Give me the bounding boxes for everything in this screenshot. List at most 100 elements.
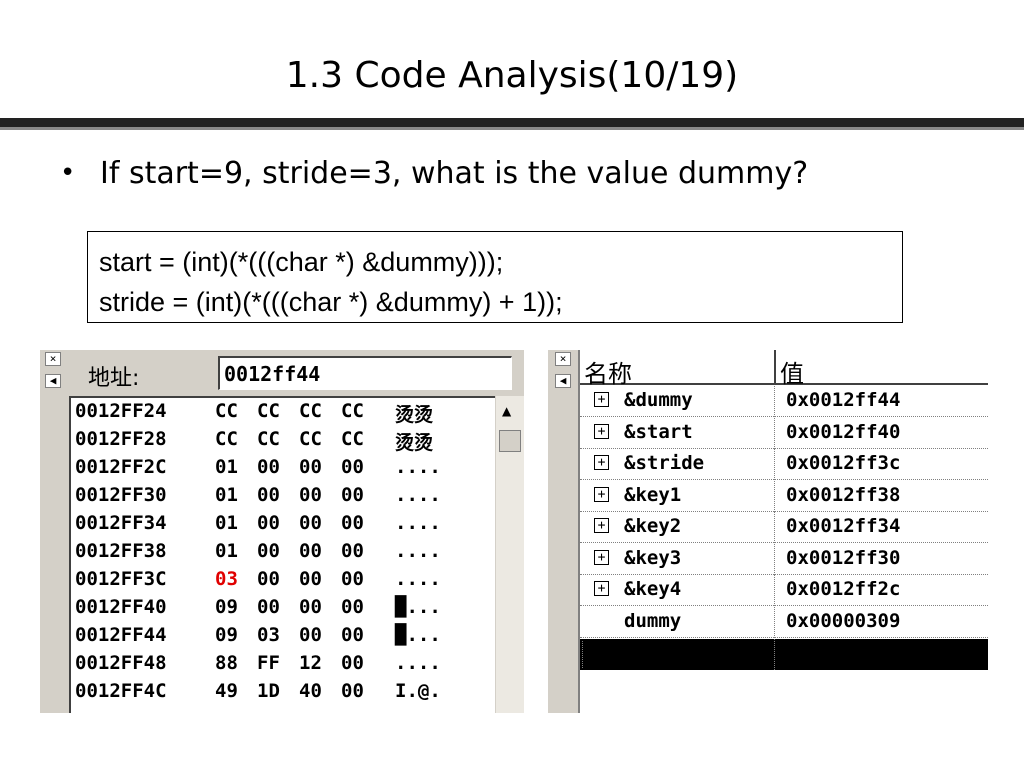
watch-value[interactable]: 0x0012ff2c [786,578,900,600]
column-separator [774,575,775,606]
memory-byte[interactable]: 00 [257,512,280,534]
memory-byte[interactable]: 01 [215,484,238,506]
memory-byte[interactable]: 00 [299,540,322,562]
watch-name[interactable]: &start [624,421,693,443]
memory-byte[interactable]: 00 [257,568,280,590]
memory-byte[interactable]: 03 [257,624,280,646]
memory-byte[interactable]: 12 [299,652,322,674]
memory-byte[interactable]: 00 [299,456,322,478]
memory-byte[interactable]: 03 [215,568,238,590]
memory-byte[interactable]: 00 [341,512,364,534]
memory-byte[interactable]: CC [341,428,364,450]
memory-byte[interactable]: CC [215,428,238,450]
memory-byte[interactable]: 40 [299,680,322,702]
memory-byte[interactable]: 00 [341,652,364,674]
memory-byte[interactable]: 00 [341,456,364,478]
watch-row[interactable]: + &key3 0x0012ff30 [580,543,988,575]
scroll-up-icon[interactable]: ▲ [502,404,511,418]
memory-byte[interactable]: CC [215,400,238,422]
memory-byte[interactable]: 49 [215,680,238,702]
memory-byte[interactable]: 01 [215,456,238,478]
memory-scrollbar[interactable]: ▲ [495,396,524,713]
watch-name[interactable]: &key2 [624,515,681,537]
scroll-thumb[interactable] [499,430,521,452]
memory-byte[interactable]: 00 [257,456,280,478]
memory-byte[interactable]: 00 [257,596,280,618]
memory-byte[interactable]: CC [257,400,280,422]
column-header-name[interactable]: 名称 [584,354,632,389]
memory-address: 0012FF30 [75,484,167,506]
expand-icon[interactable]: + [594,423,609,439]
watch-name[interactable]: &stride [624,452,704,474]
watch-value[interactable]: 0x0012ff44 [786,389,900,411]
memory-address: 0012FF3C [75,568,167,590]
watch-value[interactable]: 0x0012ff34 [786,515,900,537]
memory-byte[interactable]: 00 [299,624,322,646]
memory-list[interactable]: 0012FF24 CC CC CC CC 烫烫 0012FF28 CC CC CC CC 烫烫 0012… [69,396,495,713]
memory-byte[interactable]: CC [257,428,280,450]
column-separator [774,512,775,543]
memory-byte[interactable]: FF [257,652,280,674]
watch-value[interactable]: 0x0012ff3c [786,452,900,474]
close-icon[interactable]: × [555,352,571,366]
memory-byte[interactable]: 00 [257,540,280,562]
memory-byte[interactable]: 88 [215,652,238,674]
watch-name[interactable]: &dummy [624,389,693,411]
memory-byte[interactable]: 00 [341,540,364,562]
watch-row[interactable]: + &start 0x0012ff40 [580,417,988,449]
memory-byte[interactable]: 01 [215,512,238,534]
memory-byte[interactable]: 00 [341,680,364,702]
memory-byte[interactable]: CC [341,400,364,422]
expand-icon[interactable]: + [594,486,609,502]
memory-byte[interactable]: 09 [215,596,238,618]
memory-byte[interactable]: CC [299,428,322,450]
memory-address: 0012FF4C [75,680,167,702]
memory-byte[interactable]: CC [299,400,322,422]
memory-byte[interactable]: 00 [299,484,322,506]
memory-ascii: .... [395,484,441,506]
column-header-value[interactable]: 值 [780,354,804,389]
close-icon[interactable]: × [45,352,61,366]
column-separator [774,386,775,417]
memory-byte[interactable]: 00 [299,568,322,590]
watch-row[interactable]: + &key2 0x0012ff34 [580,512,988,543]
watch-value[interactable]: 0x0012ff40 [786,421,900,443]
watch-row[interactable]: + &key1 0x0012ff38 [580,480,988,512]
watch-name[interactable]: &key1 [624,484,681,506]
watch-row[interactable]: + &dummy 0x0012ff44 [580,386,988,417]
memory-byte[interactable]: 1D [257,680,280,702]
watch-name[interactable]: &key3 [624,547,681,569]
watch-value[interactable]: 0x0012ff38 [786,484,900,506]
dock-arrow-icon[interactable]: ◀ [45,374,61,388]
expand-icon[interactable]: + [594,581,609,596]
watch-name[interactable]: dummy [624,610,681,632]
memory-window-sidebar: × ◀ [40,350,65,713]
expand-icon[interactable]: + [594,455,609,470]
memory-byte[interactable]: 00 [299,596,322,618]
memory-byte[interactable]: 00 [257,484,280,506]
watch-row[interactable]: + &key4 0x0012ff2c [580,575,988,606]
watch-row[interactable]: dummy 0x00000309 [580,606,988,638]
expand-icon[interactable]: + [594,549,609,565]
watch-value[interactable]: 0x00000309 [786,610,900,632]
watch-name[interactable]: &key4 [624,578,681,600]
dock-arrow-icon[interactable]: ◀ [555,374,571,388]
memory-byte[interactable]: 00 [341,568,364,590]
memory-byte[interactable]: 00 [341,484,364,506]
title-rule-shadow [0,127,1024,130]
column-header-separator[interactable] [774,350,776,385]
address-input[interactable]: 0012ff44 [218,356,512,390]
expand-icon[interactable]: + [594,392,609,407]
memory-byte[interactable]: 00 [341,596,364,618]
watch-row[interactable]: + &stride 0x0012ff3c [580,449,988,480]
expand-icon[interactable]: + [594,518,609,533]
memory-ascii: I.@. [395,680,441,702]
watch-new-entry-row[interactable] [580,639,988,670]
memory-byte[interactable]: 09 [215,624,238,646]
memory-byte[interactable]: 00 [299,512,322,534]
column-separator [774,480,775,512]
column-separator [774,449,775,480]
watch-value[interactable]: 0x0012ff30 [786,547,900,569]
memory-byte[interactable]: 01 [215,540,238,562]
memory-byte[interactable]: 00 [341,624,364,646]
